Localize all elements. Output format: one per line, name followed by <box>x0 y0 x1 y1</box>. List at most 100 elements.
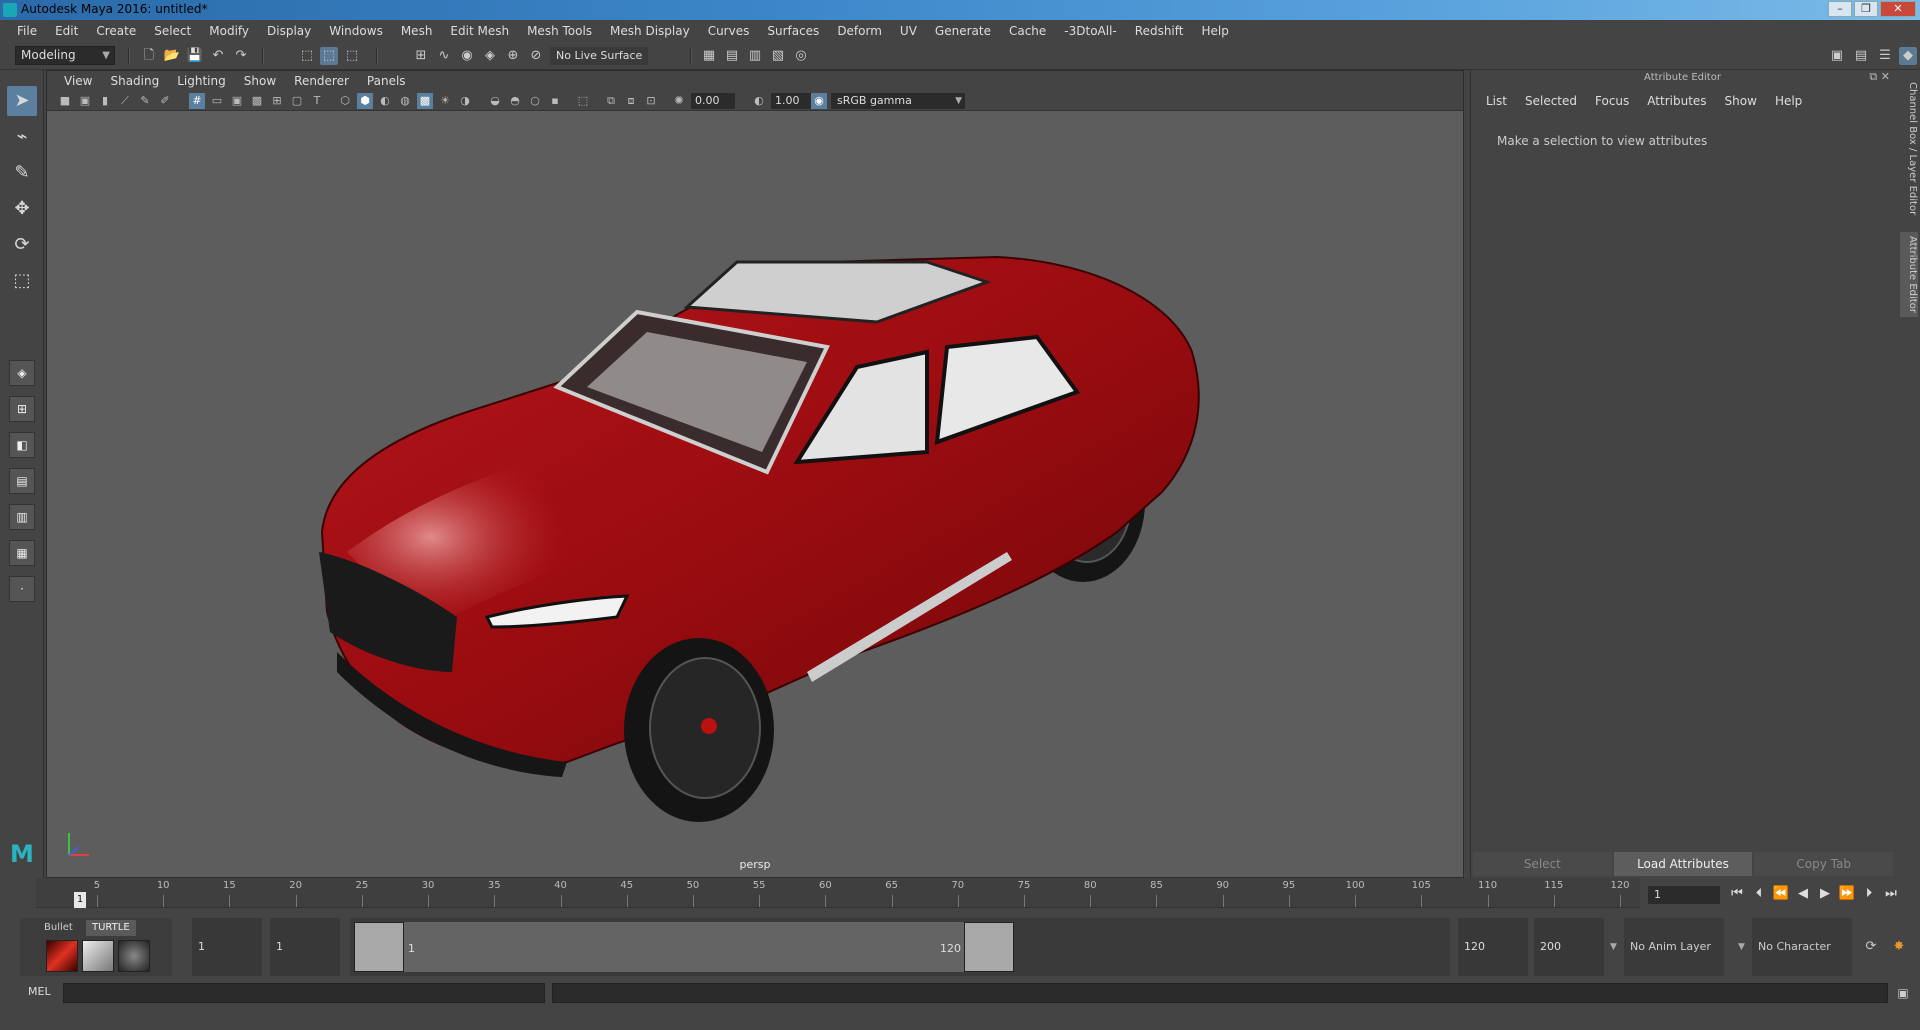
fire-shelf-icon[interactable] <box>46 940 78 972</box>
render-settings-icon[interactable]: ▦ <box>700 47 718 65</box>
screen-space-ao-icon[interactable]: ◒ <box>487 93 503 109</box>
current-time-marker[interactable]: 1 <box>74 892 86 908</box>
xray-joints-icon[interactable]: ⧈ <box>623 93 639 109</box>
panel-menu-shading[interactable]: Shading <box>101 74 168 88</box>
menu-3dtoall[interactable]: -3DtoAll- <box>1055 24 1125 38</box>
persp-graph-layout-icon[interactable]: ▤ <box>9 468 35 494</box>
menu-mesh[interactable]: Mesh <box>392 24 442 38</box>
rotate-tool-icon[interactable]: ⟳ <box>7 230 37 260</box>
step-back-frame-icon[interactable]: ⏪ <box>1772 884 1790 904</box>
select-button[interactable]: Select <box>1473 852 1612 876</box>
toggle-modeling-toolkit-icon[interactable]: ▤ <box>1852 47 1870 65</box>
exposure-icon[interactable]: ✺ <box>671 93 687 109</box>
panel-menu-renderer[interactable]: Renderer <box>285 74 358 88</box>
sphere-shelf-icon[interactable] <box>118 940 150 972</box>
load-attributes-button[interactable]: Load Attributes <box>1613 852 1753 876</box>
range-end-handle[interactable] <box>964 922 1014 972</box>
time-ruler[interactable]: 1 5 10 15 20 25 30 35 40 45 50 55 60 65 70 75 80 85 90 95 1… <box>36 878 1640 908</box>
panel-menu-lighting[interactable]: Lighting <box>168 74 235 88</box>
menu-redshift[interactable]: Redshift <box>1126 24 1193 38</box>
move-tool-icon[interactable]: ✥ <box>7 194 37 224</box>
snap-curve-icon[interactable]: ∿ <box>435 47 453 65</box>
uv-layout-icon[interactable]: ▦ <box>9 540 35 566</box>
play-forwards-icon[interactable]: ▶ <box>1816 884 1834 904</box>
step-back-key-icon[interactable]: ⏴ <box>1750 884 1768 904</box>
scale-tool-icon[interactable]: ⬚ <box>7 266 37 296</box>
menu-edit-mesh[interactable]: Edit Mesh <box>441 24 518 38</box>
menu-windows[interactable]: Windows <box>320 24 392 38</box>
snap-grid-icon[interactable]: ⊞ <box>412 47 430 65</box>
make-live-icon[interactable]: ⊘ <box>527 47 545 65</box>
lasso-tool-icon[interactable]: ⌁ <box>7 122 37 152</box>
ae-menu-focus[interactable]: Focus <box>1586 94 1638 108</box>
gate-mask-icon[interactable]: ▩ <box>249 93 265 109</box>
ae-menu-selected[interactable]: Selected <box>1516 94 1586 108</box>
step-forward-frame-icon[interactable]: ⏩ <box>1838 884 1856 904</box>
menu-help[interactable]: Help <box>1192 24 1237 38</box>
menu-file[interactable]: File <box>8 24 46 38</box>
go-to-end-icon[interactable]: ⏭ <box>1882 884 1900 904</box>
exposure-field[interactable]: 0.00 <box>691 93 735 109</box>
render-frame-icon[interactable]: ▤ <box>723 47 741 65</box>
use-all-lights-icon[interactable]: ☀ <box>437 93 453 109</box>
grease-pencil-icon[interactable]: ✎ <box>137 93 153 109</box>
2d-pan-zoom-icon[interactable]: ✐ <box>157 93 173 109</box>
shelf-tab-bullet[interactable]: Bullet <box>38 920 79 936</box>
close-button[interactable]: ✕ <box>1880 1 1916 17</box>
use-default-material-icon[interactable]: ◐ <box>377 93 393 109</box>
snap-view-plane-icon[interactable]: ◈ <box>481 47 499 65</box>
shelf-tab-turtle[interactable]: TURTLE <box>86 920 136 936</box>
tab-channel-box[interactable]: Channel Box / Layer Editor <box>1900 78 1918 219</box>
select-component-icon[interactable]: ⬚ <box>343 47 361 65</box>
gamma-field[interactable]: 1.00 <box>771 93 815 109</box>
paint-select-tool-icon[interactable]: ✎ <box>7 158 37 188</box>
range-start-handle[interactable] <box>354 922 404 972</box>
animation-end-field[interactable]: 200 <box>1534 918 1604 976</box>
xray-components-icon[interactable]: ⊡ <box>643 93 659 109</box>
command-input[interactable] <box>63 983 545 1003</box>
textured-icon[interactable]: ▩ <box>417 93 433 109</box>
wireframe-icon[interactable]: ⬡ <box>337 93 353 109</box>
hypershade-layout-icon[interactable]: ▥ <box>9 504 35 530</box>
material-shelf-icon[interactable] <box>82 940 114 972</box>
isolate-select-icon[interactable]: ⬚ <box>575 93 591 109</box>
menu-set-dropdown[interactable]: Modeling ▼ <box>15 46 115 65</box>
menu-surfaces[interactable]: Surfaces <box>758 24 828 38</box>
select-tool-icon[interactable]: ➤ <box>7 86 37 116</box>
animation-preferences-icon[interactable]: ✸ <box>1890 938 1908 956</box>
view-transform-dropdown[interactable]: sRGB gamma ▼ <box>831 93 965 109</box>
grid-icon[interactable]: # <box>189 93 205 109</box>
ae-menu-attributes[interactable]: Attributes <box>1638 94 1715 108</box>
wireframe-on-shaded-icon[interactable]: ◍ <box>397 93 413 109</box>
panel-menu-view[interactable]: View <box>55 74 101 88</box>
toggle-attribute-editor-icon[interactable]: ☰ <box>1876 47 1894 65</box>
single-perspective-layout-icon[interactable]: ◈ <box>9 360 35 386</box>
shadows-icon[interactable]: ◑ <box>457 93 473 109</box>
save-scene-icon[interactable]: 💾 <box>186 47 204 65</box>
select-camera-icon[interactable]: ■ <box>57 93 73 109</box>
tab-attribute-editor[interactable]: Attribute Editor <box>1900 232 1918 317</box>
ae-menu-list[interactable]: List <box>1477 94 1516 108</box>
safe-action-icon[interactable]: ▢ <box>289 93 305 109</box>
workspace-icon[interactable]: ▣ <box>1828 47 1846 65</box>
minimize-button[interactable]: – <box>1828 1 1852 17</box>
resolution-gate-icon[interactable]: ▣ <box>229 93 245 109</box>
current-frame-field[interactable]: 1 <box>1648 886 1720 904</box>
select-hierarchy-icon[interactable]: ⬚ <box>298 47 316 65</box>
live-surface-field[interactable]: No Live Surface <box>550 47 648 65</box>
menu-deform[interactable]: Deform <box>828 24 891 38</box>
menu-select[interactable]: Select <box>145 24 200 38</box>
menu-uv[interactable]: UV <box>891 24 926 38</box>
persp-outliner-layout-icon[interactable]: ◧ <box>9 432 35 458</box>
menu-modify[interactable]: Modify <box>200 24 258 38</box>
play-backwards-icon[interactable]: ◀ <box>1794 884 1812 904</box>
render-view-icon[interactable]: ▧ <box>769 47 787 65</box>
script-editor-icon[interactable]: ▣ <box>1894 984 1912 1002</box>
image-plane-icon[interactable]: ⟋ <box>117 93 133 109</box>
menu-mesh-tools[interactable]: Mesh Tools <box>518 24 601 38</box>
snap-live-icon[interactable]: ⊕ <box>504 47 522 65</box>
perspective-viewport[interactable]: persp <box>47 112 1463 877</box>
field-chart-icon[interactable]: ⊞ <box>269 93 285 109</box>
menu-generate[interactable]: Generate <box>926 24 1000 38</box>
panel-menu-show[interactable]: Show <box>235 74 285 88</box>
